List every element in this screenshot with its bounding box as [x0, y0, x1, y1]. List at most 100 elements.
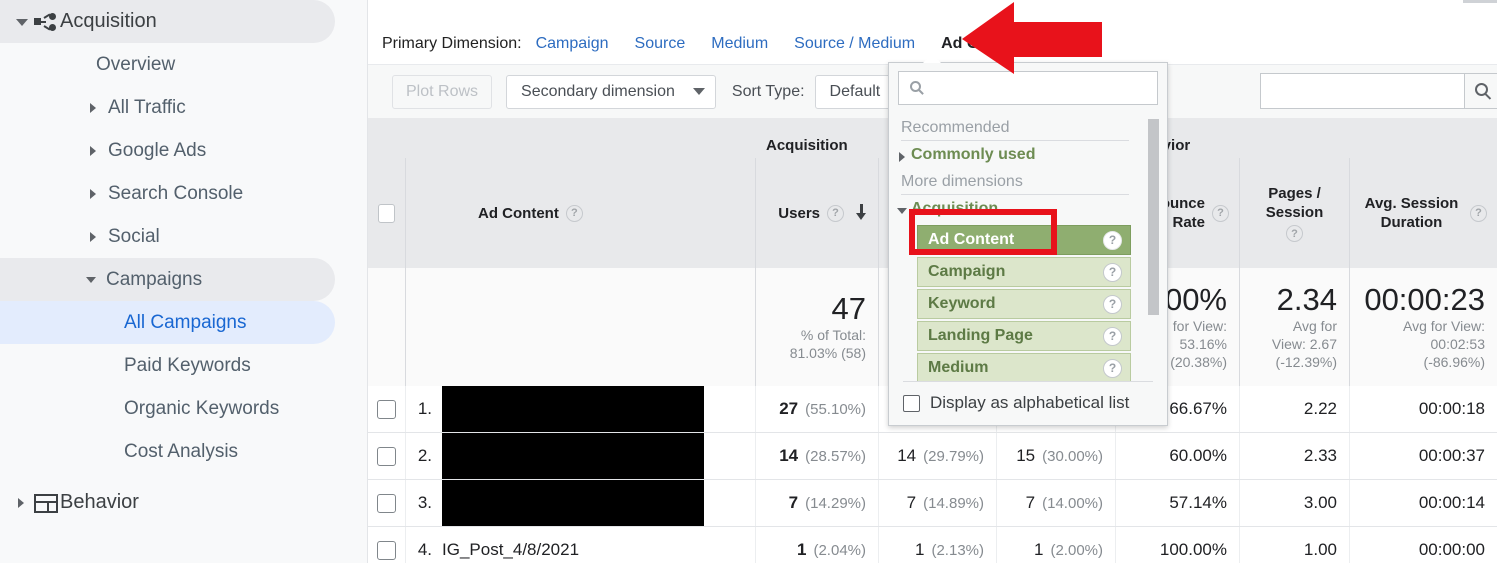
sidebar-item-overview[interactable]: Overview	[0, 43, 367, 86]
option-label: Ad Content	[928, 231, 1015, 248]
row-bounce-rate: 60.00%	[1116, 433, 1240, 479]
chevron-right-icon	[899, 152, 905, 162]
primary-dimension-source[interactable]: Source	[635, 35, 686, 53]
sidebar-item-acquisition[interactable]: Acquisition	[0, 0, 335, 43]
panel-icon	[30, 490, 60, 516]
select-all-checkbox[interactable]	[368, 158, 406, 268]
table-row[interactable]: 2. 14 (28.57%) 14 (29.79%) 15 (30.00%) 6…	[368, 433, 1497, 480]
search-button[interactable]	[1465, 73, 1497, 109]
sidebar-item-social[interactable]: Social	[0, 215, 367, 258]
magnifier-icon	[1475, 83, 1488, 96]
row-avg-duration: 00:00:37	[1418, 446, 1485, 465]
row-checkbox[interactable]	[368, 433, 406, 479]
group-label: Commonly used	[911, 146, 1036, 163]
table-row[interactable]: 3. 7 (14.29%) 7 (14.89%) 7 (14.00%) 57.1…	[368, 480, 1497, 527]
row-pages-session: 2.33	[1240, 433, 1350, 479]
primary-dimension-label: Primary Dimension:	[382, 35, 522, 52]
row-avg-duration: 00:00:14	[1418, 493, 1485, 512]
dimension-search-field[interactable]	[898, 71, 1158, 105]
sidebar-item-label: Acquisition	[60, 10, 157, 32]
row-dimension-cell: 1.	[406, 386, 756, 432]
chevron-right-icon[interactable]	[14, 495, 30, 511]
primary-dimension-campaign[interactable]: Campaign	[536, 35, 609, 53]
dimension-option-campaign[interactable]: Campaign ?	[917, 257, 1131, 287]
search-input[interactable]	[1260, 73, 1465, 109]
sidebar-item-organic-keywords[interactable]: Organic Keywords	[0, 387, 367, 430]
help-icon[interactable]: ?	[565, 204, 583, 222]
dimension-option-keyword[interactable]: Keyword ?	[917, 289, 1131, 319]
row-users: 7 (14.29%)	[756, 480, 879, 526]
chevron-right-icon[interactable]	[86, 100, 102, 116]
table-search	[1260, 73, 1497, 109]
sidebar-item-label: Campaigns	[106, 268, 203, 290]
row-new-users: 14 (29.79%)	[879, 433, 997, 479]
dropdown-scrollbar[interactable]	[1148, 119, 1159, 315]
dimension-option-landing-page[interactable]: Landing Page ?	[917, 321, 1131, 351]
column-header-ad-content[interactable]: Ad Content ?	[406, 158, 756, 268]
row-checkbox[interactable]	[368, 480, 406, 526]
row-avg-duration: 00:00:00	[1418, 540, 1485, 559]
column-header-pages-session[interactable]: Pages / Session ?	[1240, 158, 1350, 268]
row-bounce-rate: 100.00%	[1116, 527, 1240, 563]
row-sessions: 15 (30.00%)	[997, 433, 1116, 479]
dimension-picker-dropdown[interactable]: Recommended Commonly used More dimension…	[888, 54, 1168, 426]
sidebar-item-label: All Traffic	[108, 96, 186, 118]
help-icon[interactable]: ?	[1103, 358, 1122, 378]
row-checkbox[interactable]	[368, 386, 406, 432]
help-icon[interactable]: ?	[1286, 225, 1303, 242]
sidebar-item-label: Cost Analysis	[124, 440, 239, 462]
help-icon[interactable]: ?	[1103, 262, 1122, 282]
sort-type-value: Default	[829, 82, 881, 100]
table-row[interactable]: 4. IG_Post_4/8/2021 1 (2.04%) 1 (2.13%) …	[368, 527, 1497, 563]
help-icon[interactable]: ?	[1103, 230, 1122, 250]
sidebar-item-all-traffic[interactable]: All Traffic	[0, 86, 367, 129]
dimension-option-medium[interactable]: Medium ?	[917, 353, 1131, 381]
column-header-avg-session-duration[interactable]: Avg. Session Duration ?	[1350, 158, 1497, 268]
sidebar-item-label: Overview	[96, 53, 176, 75]
secondary-dimension-select[interactable]: Secondary dimension	[506, 74, 716, 109]
sidebar-item-campaigns[interactable]: Campaigns	[0, 258, 335, 301]
row-sessions: 1 (2.00%)	[997, 527, 1116, 563]
chevron-right-icon[interactable]	[86, 229, 102, 245]
row-avg-duration: 00:00:18	[1418, 399, 1485, 418]
dimension-value[interactable]: IG_Post_4/8/2021	[442, 540, 579, 560]
sidebar-item-label: Paid Keywords	[124, 354, 251, 376]
sidebar-item-cost-analysis[interactable]: Cost Analysis	[0, 430, 367, 473]
sidebar-item-all-campaigns[interactable]: All Campaigns	[0, 301, 335, 344]
column-header-users[interactable]: Users ?	[756, 158, 879, 268]
row-pages-session: 1.00	[1240, 527, 1350, 563]
chevron-right-icon[interactable]	[86, 186, 102, 202]
sort-type-label: Sort Type:	[731, 82, 805, 100]
help-icon[interactable]: ?	[1103, 294, 1122, 314]
primary-dimension-medium[interactable]: Medium	[711, 35, 768, 53]
summary-check-cell	[368, 268, 406, 386]
plot-rows-button[interactable]: Plot Rows	[392, 74, 493, 109]
summary-avg-duration: 00:00:23 Avg for View: 00:02:53 (-86.96%…	[1364, 282, 1485, 371]
sidebar-item-paid-keywords[interactable]: Paid Keywords	[0, 344, 367, 387]
dimension-option-ad-content[interactable]: Ad Content ?	[917, 225, 1131, 255]
group-header-behavior: Behavior	[1116, 137, 1497, 158]
sort-descending-icon[interactable]	[854, 204, 868, 222]
help-icon[interactable]: ?	[1470, 204, 1487, 222]
option-label: Keyword	[928, 295, 996, 312]
sidebar-item-label: Search Console	[108, 182, 244, 204]
row-checkbox[interactable]	[368, 527, 406, 563]
sidebar-item-behavior[interactable]: Behavior	[0, 481, 367, 524]
dimension-group-commonly-used[interactable]: Commonly used	[889, 141, 1167, 169]
chevron-down-icon[interactable]	[84, 272, 100, 288]
checkbox-icon[interactable]	[903, 394, 920, 412]
chevron-right-icon[interactable]	[86, 143, 102, 159]
primary-dimension-source-medium[interactable]: Source / Medium	[794, 35, 915, 53]
alphabetical-list-toggle[interactable]: Display as alphabetical list	[889, 382, 1167, 413]
row-dimension-cell: 2.	[406, 433, 756, 479]
row-users: 27 (55.10%)	[756, 386, 879, 432]
chevron-down-icon[interactable]	[14, 14, 30, 30]
help-icon[interactable]: ?	[1103, 326, 1122, 346]
dimension-group-acquisition[interactable]: Acquisition	[889, 195, 1167, 223]
top-divider	[1463, 0, 1497, 3]
help-icon[interactable]: ?	[827, 204, 844, 222]
help-icon[interactable]: ?	[1212, 204, 1229, 222]
sidebar-item-google-ads[interactable]: Google Ads	[0, 129, 367, 172]
sidebar-item-search-console[interactable]: Search Console	[0, 172, 367, 215]
analytics-screen: Acquisition Overview All Traffic Google …	[0, 0, 1497, 563]
